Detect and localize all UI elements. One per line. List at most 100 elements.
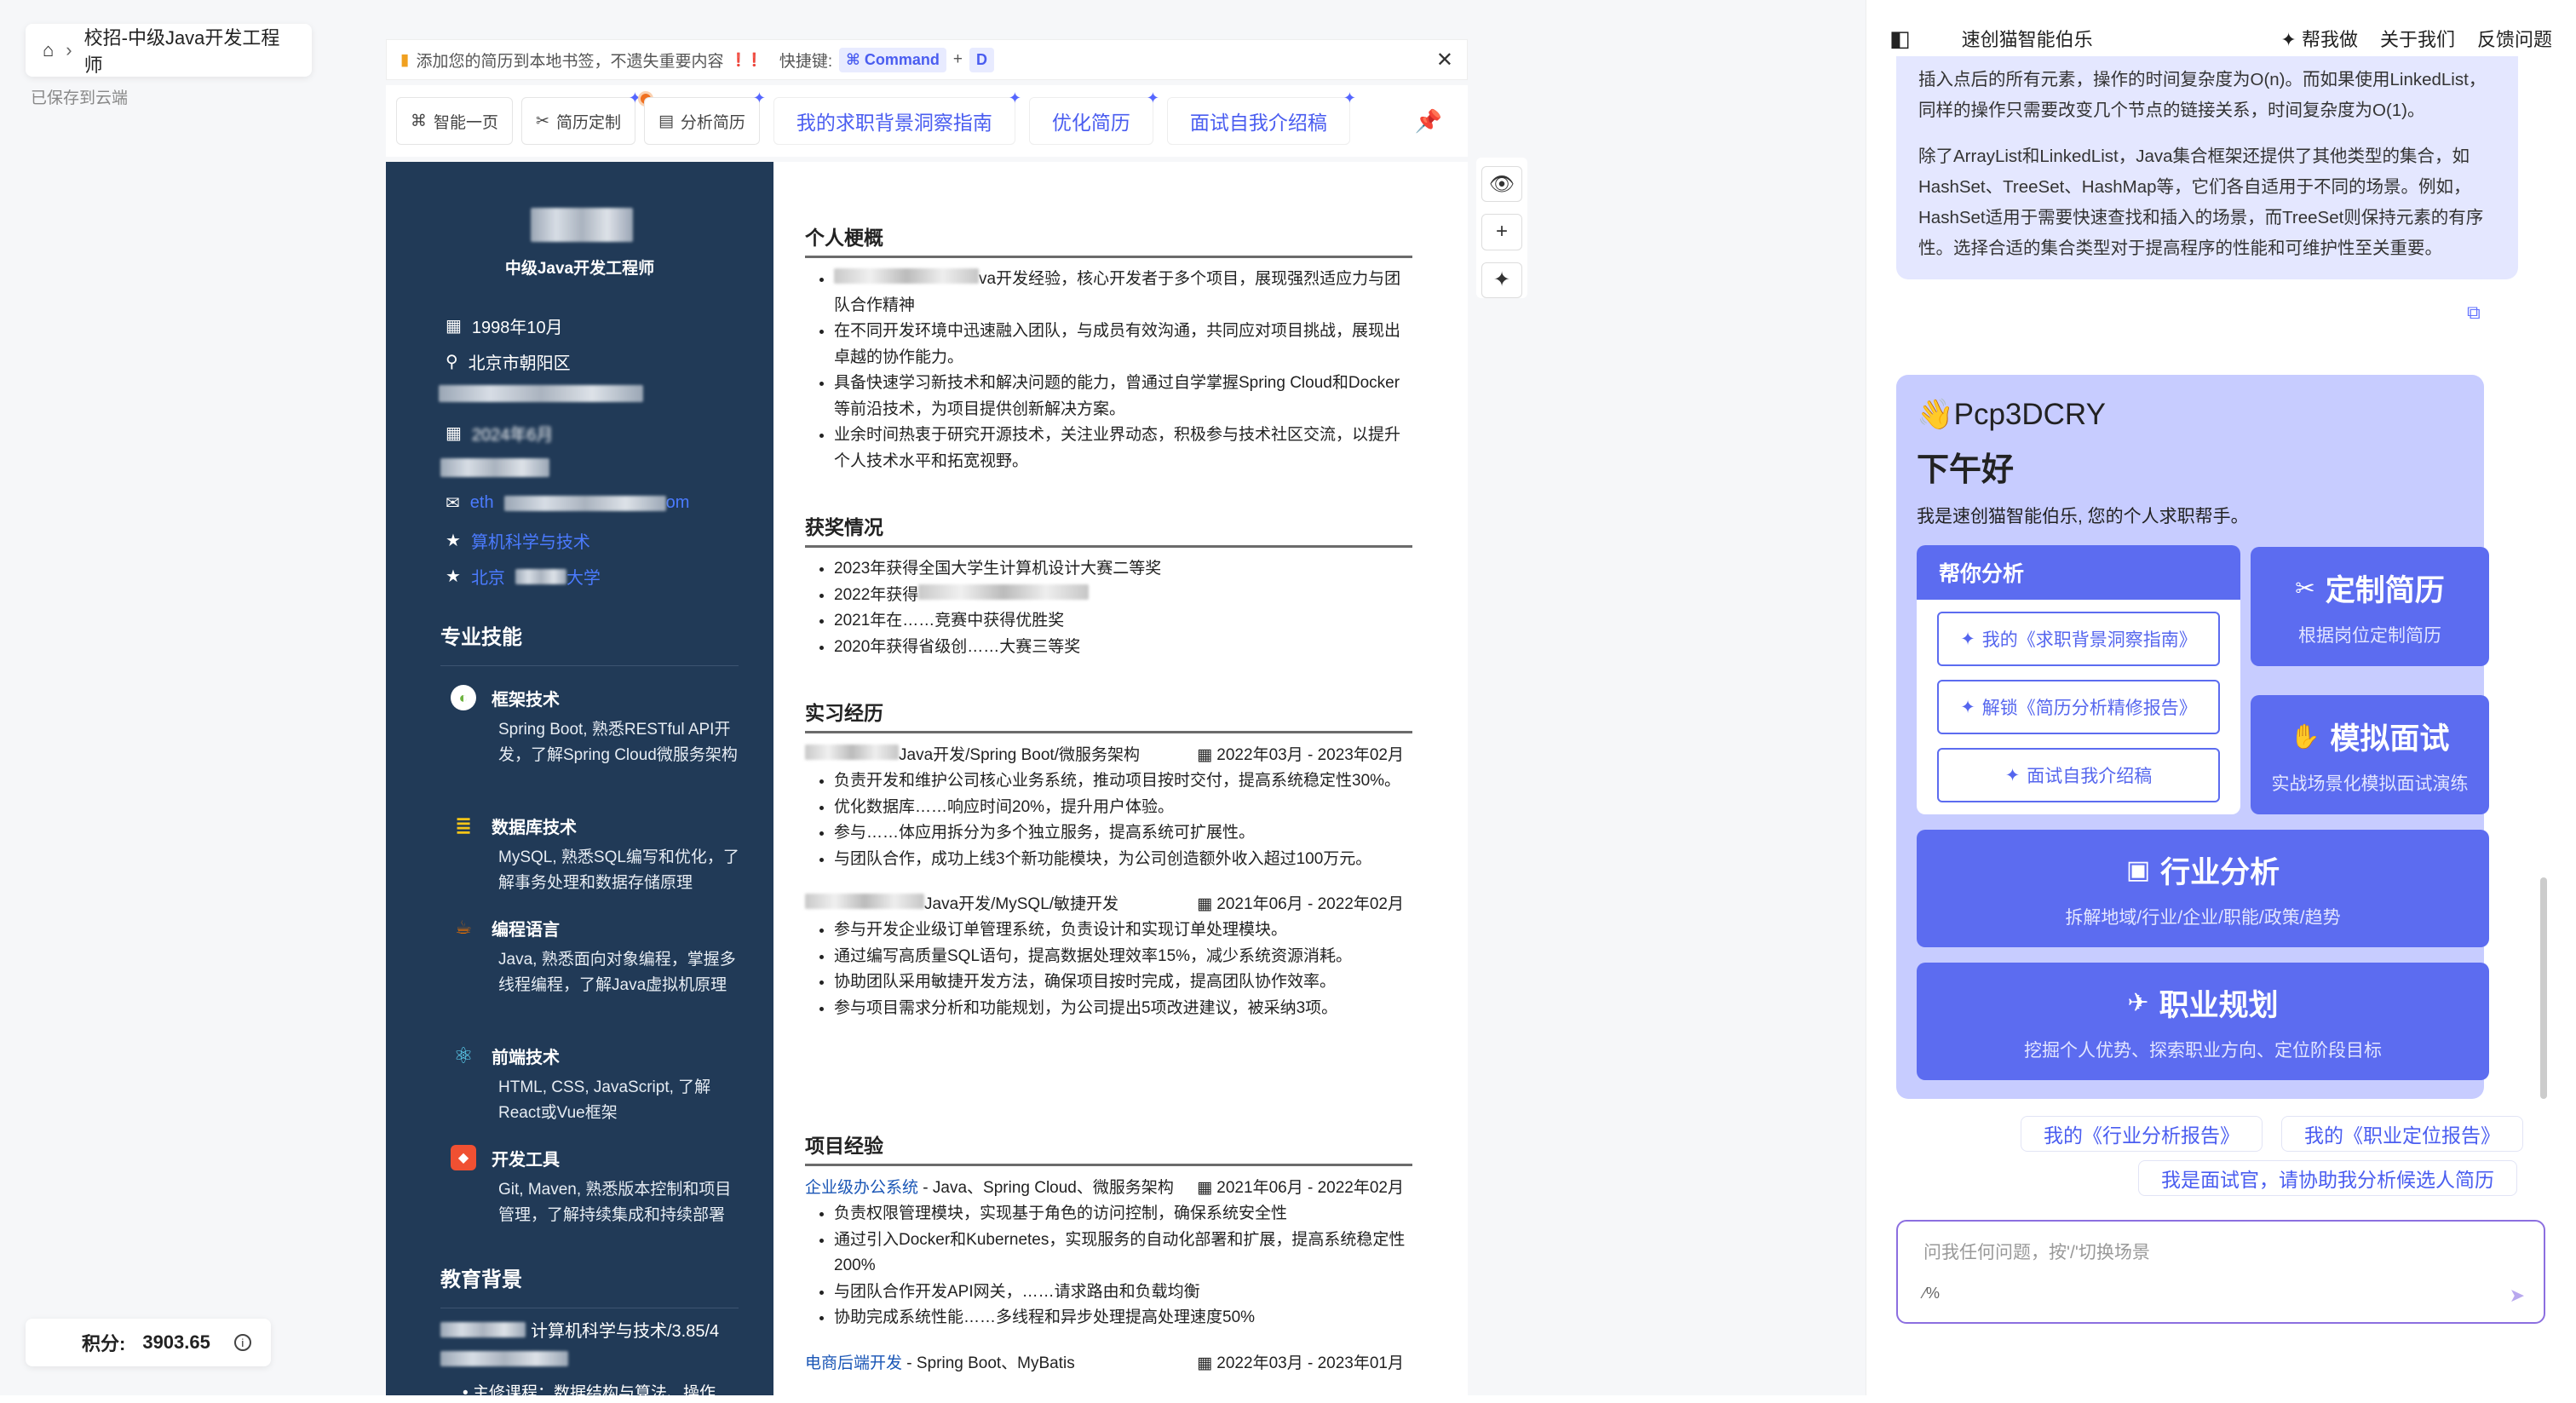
card-title: 职业规划 — [2159, 988, 2279, 1022]
school-row: ★ 北京 大学 — [446, 564, 601, 589]
smart-page-button[interactable]: ⌘ 智能一页 — [396, 97, 514, 145]
customize-resume-card[interactable]: ✂ 定制简历 根据岗位定制简历 — [2251, 547, 2489, 666]
feedback-link[interactable]: 反馈问题 — [2477, 25, 2552, 52]
job-date-text: 2022年03月 - 2023年02月 — [1216, 746, 1404, 764]
awards-section: 获奖情况 2023年获得全国大学生计算机设计大赛二等奖 2022年获得 2021… — [805, 511, 1412, 660]
summary-item: va开发经验，核心开发者于多个项目，展现强烈适应力与团队合作精神 — [834, 267, 1412, 319]
card-subtitle: 拆解地域/行业/企业/职能/政策/趋势 — [2065, 907, 2341, 928]
project-item: 通过引入Docker和Kubernetes，实现服务的自动化部署和扩展，提高系统… — [834, 1228, 1412, 1279]
project-date: ▦ 2022年03月 - 2023年01月 — [1197, 1354, 1404, 1372]
sparkle-icon: ✦ — [2004, 765, 2021, 785]
sparkle-icon: ✦ — [1146, 89, 1159, 106]
about-link[interactable]: 关于我们 — [2380, 25, 2455, 52]
smart-page-label: 智能一页 — [434, 113, 499, 132]
resume-main: 个人梗概 va开发经验，核心开发者于多个项目，展现强烈适应力与团队合作精神 在不… — [805, 162, 1418, 1395]
email-icon: ✉ — [446, 494, 460, 513]
plus-sign: + — [952, 50, 963, 68]
java-icon: ☕ — [455, 917, 472, 938]
analyze-resume-button[interactable]: ▤ 分析简历 ✦ — [643, 89, 766, 145]
sparkle-icon: ✦ — [1960, 629, 1975, 649]
email-blurred — [503, 495, 666, 511]
award-blurred — [918, 584, 1090, 600]
skill-database: ≣ 数据库技术 MySQL, 熟悉SQL编写和优化，了解事务处理和数据存储原理 — [451, 813, 740, 896]
unlock-report-label: 解锁《简历分析精修报告》 — [1981, 699, 2197, 718]
summary-item: 业余时间热衷于研究开源技术，关注业界动态，积极参与技术社区交流，以提升个人技术水… — [834, 423, 1412, 474]
chat-input[interactable]: 问我任何问题，按'/'切换场景 ⁄% ➤ — [1896, 1220, 2545, 1324]
edu-date-blurred — [440, 1351, 568, 1366]
project-header: 企业级办公系统 - Java、Spring Cloud、微服务架构 ▦ 2021年… — [805, 1175, 1412, 1198]
quick-industry-report[interactable]: 我的《行业分析报告》 — [2021, 1116, 2263, 1152]
self-intro-link[interactable]: 面试自我介绍稿 ✦ — [1166, 89, 1356, 145]
header-nav: ✦ 帮我做 关于我们 反馈问题 — [2280, 25, 2576, 52]
breadcrumb-title[interactable]: 校招-中级Java开发工程师 — [84, 23, 295, 78]
job-date-text: 2021年06月 - 2022年02月 — [1216, 895, 1404, 913]
handshake-icon: ✋ — [2290, 722, 2320, 750]
skill-desc: Spring Boot, 熟悉RESTful API开发，了解Spring Cl… — [498, 721, 738, 764]
industry-analysis-card[interactable]: ▣ 行业分析 拆解地域/行业/企业/职能/政策/趋势 — [1917, 830, 2489, 947]
card-subtitle: 实战场景化模拟面试演练 — [2271, 773, 2469, 794]
self-intro-button[interactable]: ✦ 面试自我介绍稿 — [1937, 748, 2220, 802]
project-heading: 项目经验 — [805, 1130, 1412, 1166]
skill-title: 编程语言 — [492, 920, 560, 940]
chat-input-hint: ⁄% — [1923, 1285, 1941, 1302]
skill-desc: HTML, CSS, JavaScript, 了解React或Vue框架 — [498, 1078, 711, 1122]
insight-guide-label: 我的《求职背景洞察指南》 — [1981, 630, 2197, 650]
home-icon[interactable]: ⌂ — [43, 39, 54, 61]
card-title: 行业分析 — [2160, 855, 2280, 889]
brand-name: 速创猫智能伯乐 — [1961, 29, 2093, 50]
sparkle-icon: ✦ — [1343, 89, 1356, 106]
award-text: 2022年获得 — [834, 585, 919, 604]
sparkle-icon: ✦ — [1960, 697, 1975, 717]
summary-blurred — [834, 268, 979, 284]
close-icon[interactable]: ✕ — [1436, 48, 1453, 72]
award-item: 2020年获得省级创……大赛三等奖 — [834, 635, 1412, 661]
unlock-report-button[interactable]: ✦ 解锁《简历分析精修报告》 — [1937, 680, 2220, 734]
assistant-message: 插入点后的所有元素，操作的时间复杂度为O(n)。而如果使用LinkedList，… — [1896, 56, 2518, 279]
optimize-resume-label: 优化简历 — [1051, 112, 1130, 134]
email-suffix: om — [665, 493, 690, 512]
skill-title: 数据库技术 — [492, 818, 577, 837]
quick-interviewer[interactable]: 我是面试官，请协助我分析候选人简历 — [2138, 1160, 2517, 1196]
optimize-resume-link[interactable]: 优化简历 ✦ — [1028, 89, 1159, 145]
summary-item: 具备快速学习新技术和解决问题的能力，曾通过自学掌握Spring Cloud和Do… — [834, 371, 1412, 423]
insight-guide-button[interactable]: ✦ 我的《求职背景洞察指南》 — [1937, 612, 2220, 666]
location-icon: ⚲ — [446, 353, 458, 371]
background-insight-link[interactable]: 我的求职背景洞察指南 ✦ — [773, 89, 1021, 145]
mock-interview-card[interactable]: ✋ 模拟面试 实战场景化模拟面试演练 — [2251, 695, 2489, 814]
sparkle-icon[interactable]: ✦ — [1481, 262, 1522, 298]
major-text: 算机科学与技术 — [470, 533, 590, 552]
preview-eye-icon[interactable]: 👁 — [1481, 166, 1522, 203]
job-header: Java开发/Spring Boot/微服务架构 ▦ 2022年03月 - 202… — [805, 742, 1412, 765]
add-icon[interactable]: + — [1481, 214, 1522, 250]
saved-status: 已保存到云端 — [31, 89, 129, 107]
career-planning-card[interactable]: ✈ 职业规划 挖掘个人优势、探索职业方向、定位阶段目标 — [1917, 963, 2489, 1080]
star-icon: ★ — [446, 532, 461, 550]
school-blurred — [515, 568, 566, 584]
chat-scrollbar[interactable] — [2540, 877, 2547, 1099]
translate-icon[interactable]: ⧉ — [2467, 302, 2481, 324]
skill-frontend: ⚛ 前端技术 HTML, CSS, JavaScript, 了解React或Vue… — [451, 1043, 740, 1126]
quick-career-report[interactable]: 我的《职业定位报告》 — [2281, 1116, 2523, 1152]
d-key: D — [969, 47, 994, 72]
react-icon: ⚛ — [453, 1042, 474, 1068]
card-subtitle: 挖掘个人优势、探索职业方向、定位阶段目标 — [2024, 1040, 2382, 1061]
panel-toggle-icon[interactable]: ◧ — [1889, 26, 1911, 52]
points-box: 积分: 3903.65 i — [26, 1319, 271, 1366]
project-date-text: 2022年03月 - 2023年01月 — [1216, 1354, 1404, 1372]
send-icon[interactable]: ➤ — [2510, 1285, 2525, 1307]
customize-resume-button[interactable]: ✂ 简历定制 ✦ — [521, 89, 653, 145]
spring-icon: ◐ — [451, 685, 476, 710]
skills-heading: 专业技能 — [440, 620, 739, 666]
toolbar: ⌘ 智能一页 ✂ 简历定制 ✦ ▤ 分析简历 ✦ 我的求职背景洞察指南 ✦ 优化简历 ✦ 面试… — [386, 85, 1468, 157]
email-row: ✉ eth om — [446, 492, 689, 514]
project-item: 与团队合作开发API网关，……请求路由和负载均衡 — [834, 1279, 1412, 1306]
help-me-link[interactable]: ✦ 帮我做 — [2280, 25, 2358, 52]
help-analyze-box: 帮你分析 ✦ 我的《求职背景洞察指南》 ✦ 解锁《简历分析精修报告》 ✦ 面试自我介绍… — [1917, 545, 2240, 814]
pin-icon[interactable]: 📌 — [1415, 108, 1442, 135]
customize-icon: ✂ — [2295, 574, 2315, 601]
smart-page-icon: ⌘ — [411, 112, 427, 130]
database-icon: ≣ — [454, 814, 473, 837]
job-role: Java开发/Spring Boot/微服务架构 — [899, 746, 1140, 764]
info-icon[interactable]: i — [233, 1334, 251, 1351]
summary-section: 个人梗概 va开发经验，核心开发者于多个项目，展现强烈适应力与团队合作精神 在不… — [805, 221, 1412, 474]
